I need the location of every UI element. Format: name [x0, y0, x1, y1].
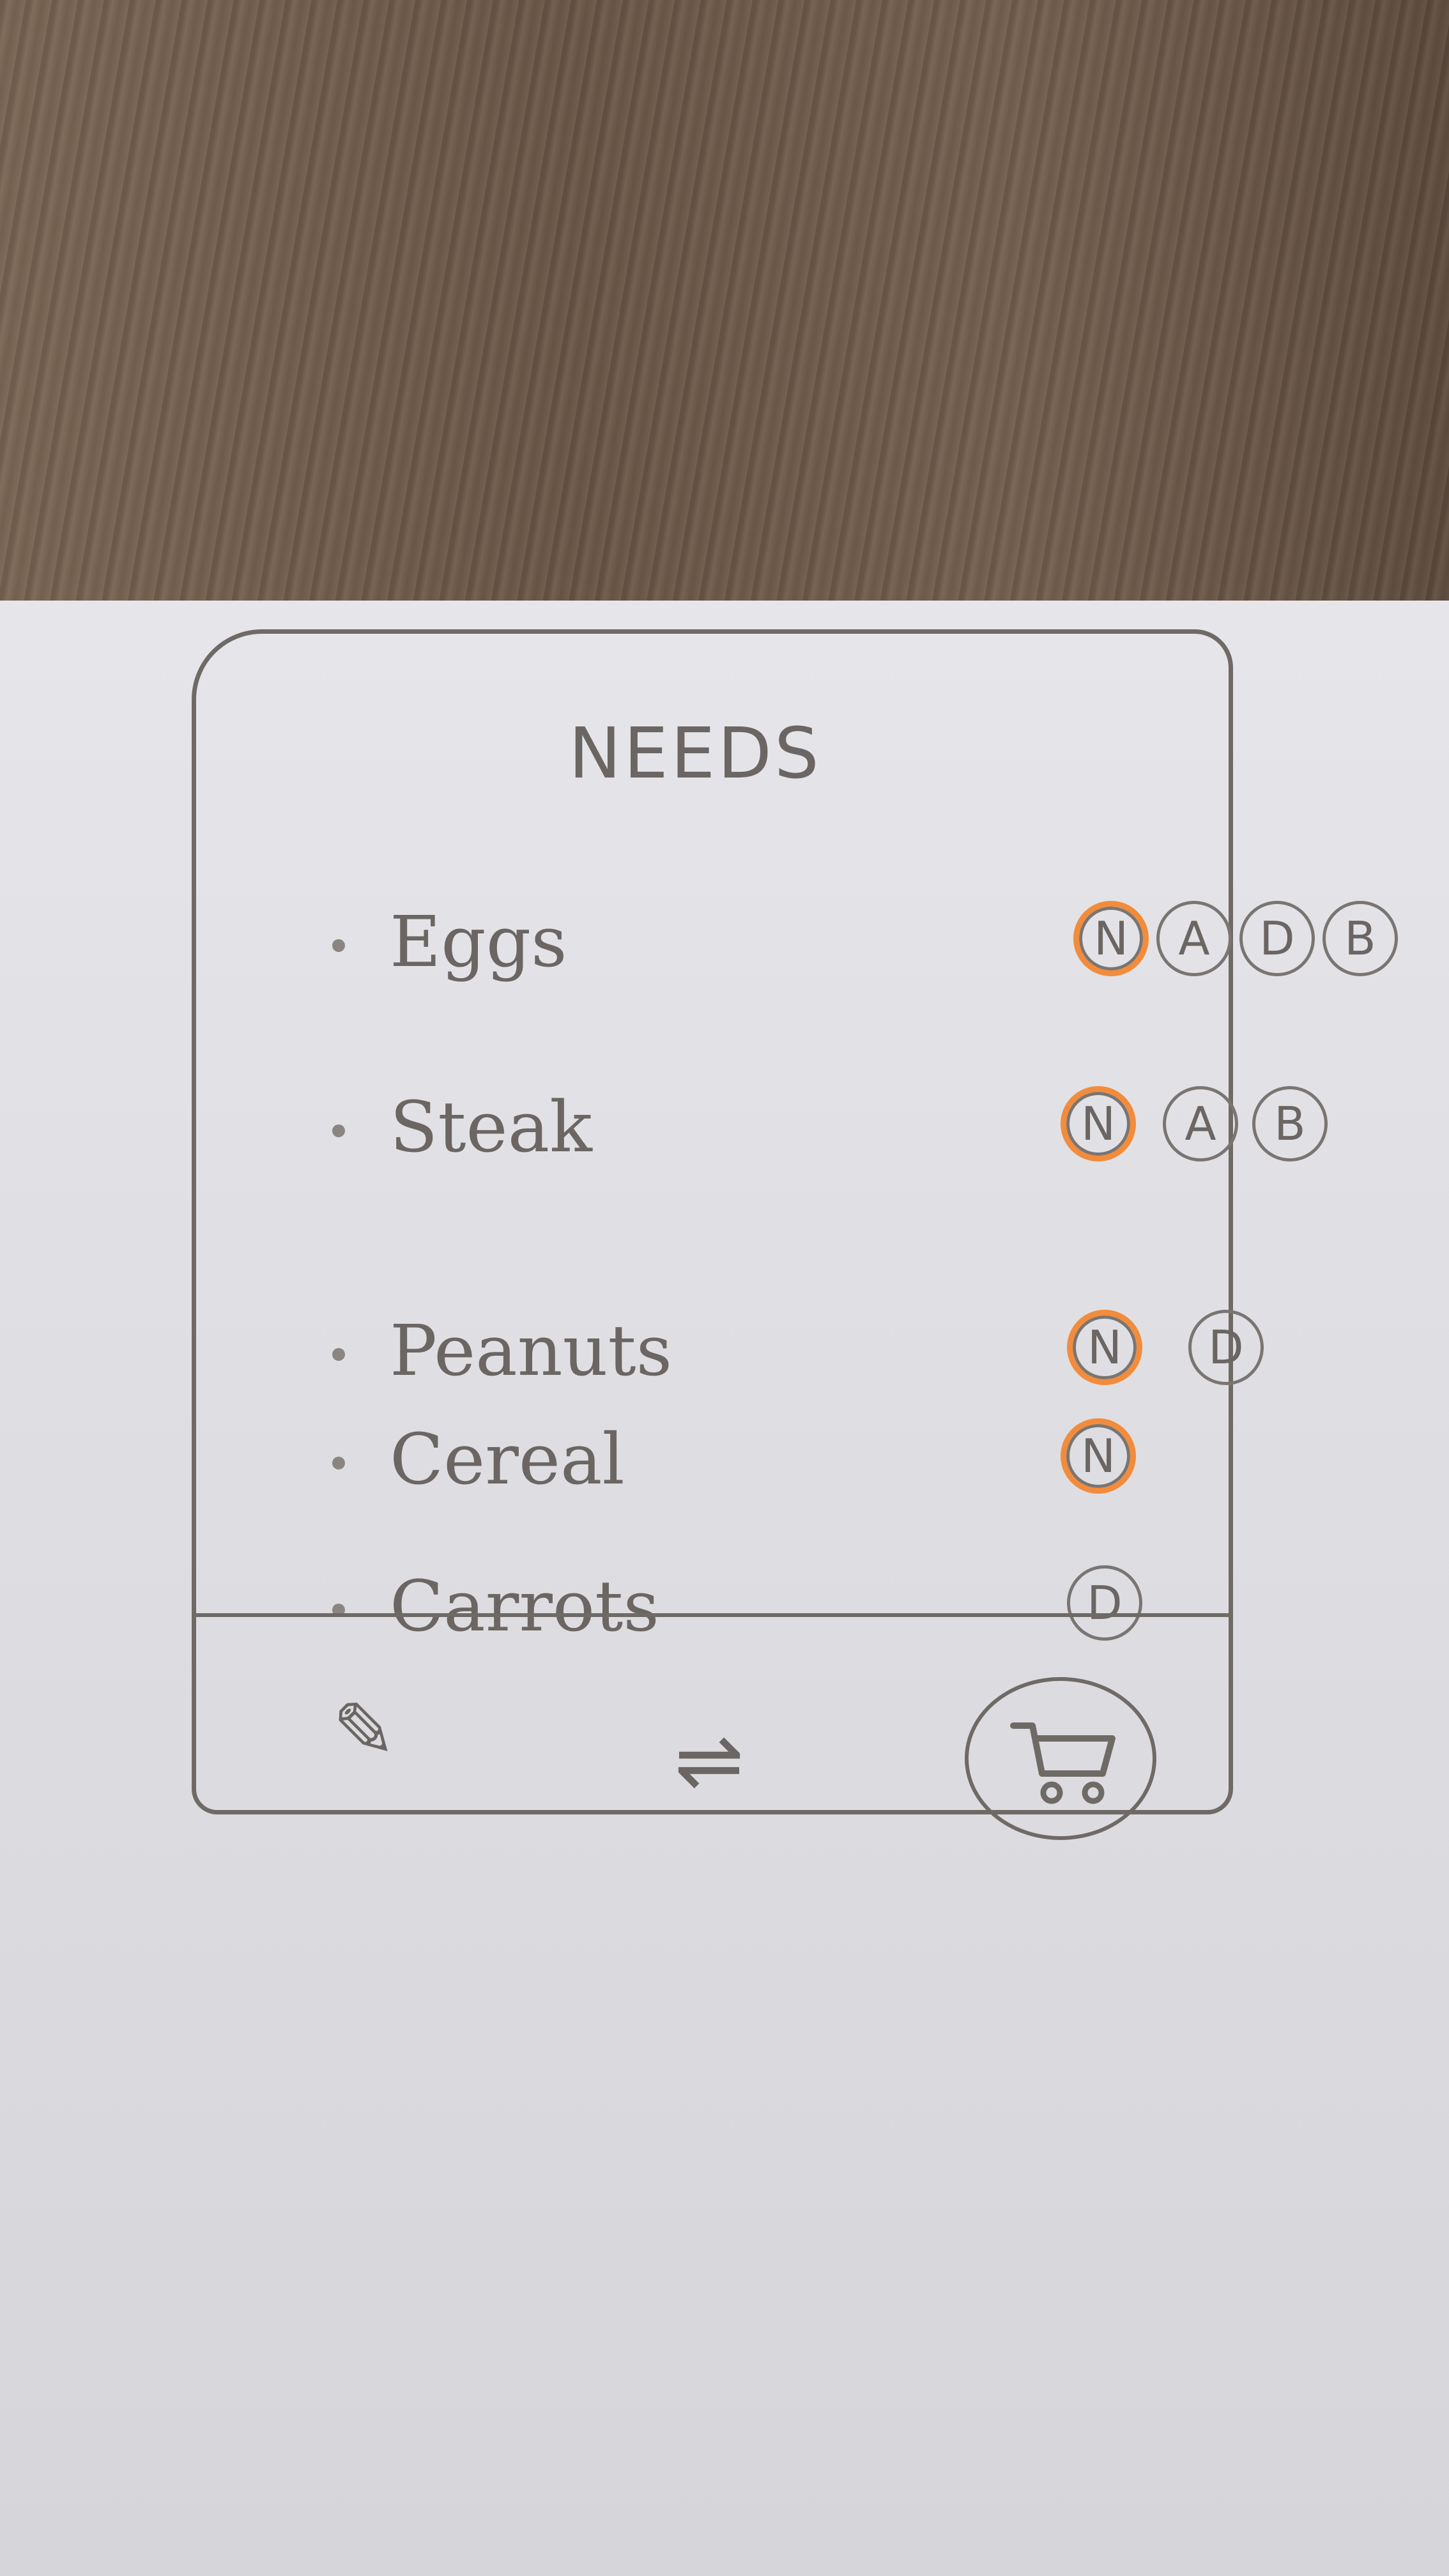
- tag-toggle[interactable]: A: [1163, 1086, 1238, 1162]
- item-name: Steak: [390, 1086, 592, 1168]
- item-name: Cereal: [390, 1418, 625, 1500]
- bullet-icon: [332, 1457, 345, 1469]
- item-name: Eggs: [390, 901, 567, 983]
- item-tags: N D: [741, 1310, 1264, 1412]
- tag-toggle[interactable]: N: [1067, 1310, 1142, 1385]
- tag-toggle[interactable]: N: [1061, 1418, 1136, 1494]
- swap-arrows-icon[interactable]: ⇌: [632, 1712, 786, 1808]
- tag-toggle[interactable]: B: [1252, 1086, 1328, 1162]
- bullet-icon: [332, 1348, 345, 1361]
- bullet-icon: [332, 1124, 345, 1137]
- tag-toggle[interactable]: D: [1188, 1310, 1264, 1385]
- item-tags: N: [741, 1418, 1188, 1521]
- cart-button[interactable]: [965, 1677, 1156, 1840]
- page-title: NEEDS: [569, 712, 822, 794]
- tag-toggle[interactable]: D: [1067, 1565, 1142, 1641]
- table-background: [0, 0, 1449, 601]
- shopping-cart-icon: [1010, 1722, 1116, 1804]
- bottom-nav-divider: [192, 1613, 1233, 1617]
- item-tags: N A B: [741, 1086, 1328, 1188]
- tag-toggle[interactable]: N: [1061, 1086, 1136, 1162]
- tag-toggle[interactable]: D: [1239, 901, 1315, 976]
- tag-toggle[interactable]: A: [1156, 901, 1232, 976]
- pencil-icon[interactable]: ✎: [319, 1687, 409, 1776]
- bullet-icon: [332, 939, 345, 952]
- tag-toggle[interactable]: N: [1073, 901, 1149, 976]
- item-name: Peanuts: [390, 1310, 673, 1392]
- tag-toggle[interactable]: B: [1322, 901, 1398, 976]
- item-tags: N A D B: [741, 901, 1398, 1003]
